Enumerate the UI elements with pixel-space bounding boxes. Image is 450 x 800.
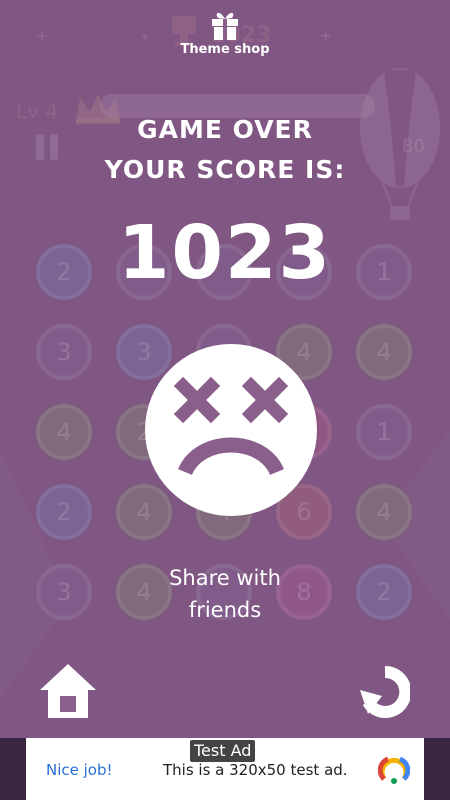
your-score-label: YOUR SCORE IS: xyxy=(104,155,346,184)
game-screen: + + + 1023 Lv 4 8 xyxy=(0,0,450,738)
theme-shop-button[interactable]: Theme shop xyxy=(175,8,275,57)
ad-text: This is a 320x50 test ad. xyxy=(163,761,348,779)
share-button[interactable]: Share with friends xyxy=(125,562,325,626)
share-line-1: Share with xyxy=(169,566,281,590)
sad-face-icon xyxy=(145,344,317,516)
gift-icon xyxy=(212,12,238,40)
ad-cta-link[interactable]: Nice job! xyxy=(46,761,113,779)
test-ad-tag: Test Ad xyxy=(190,740,256,762)
share-line-2: friends xyxy=(188,598,262,622)
ad-logo-icon xyxy=(378,756,410,784)
final-score: 1023 xyxy=(118,210,332,296)
home-icon[interactable] xyxy=(38,662,98,720)
restart-icon[interactable] xyxy=(360,666,410,718)
game-over-title: GAME OVER xyxy=(137,115,313,144)
theme-shop-label: Theme shop xyxy=(180,42,270,57)
